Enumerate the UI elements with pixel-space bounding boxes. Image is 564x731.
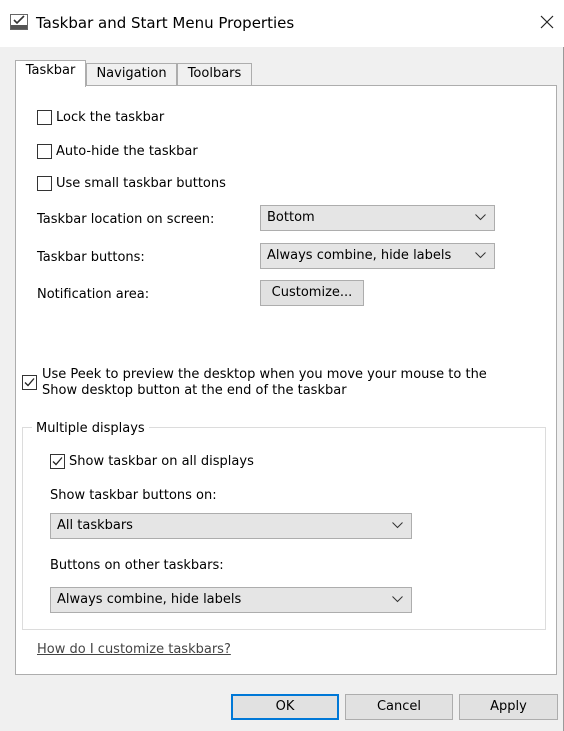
chevron-down-icon bbox=[475, 214, 486, 221]
ok-button[interactable]: OK bbox=[231, 694, 339, 720]
taskbar-buttons-value: Always combine, hide labels bbox=[267, 248, 452, 263]
other-taskbars-label: Buttons on other taskbars: bbox=[50, 558, 224, 573]
chevron-down-icon bbox=[392, 596, 403, 603]
location-value: Bottom bbox=[267, 210, 315, 225]
location-label: Taskbar location on screen: bbox=[37, 212, 215, 227]
apply-button[interactable]: Apply bbox=[459, 694, 558, 720]
help-link[interactable]: How do I customize taskbars? bbox=[37, 642, 231, 657]
show-all-displays-checkbox[interactable]: Show taskbar on all displays bbox=[50, 454, 254, 469]
other-taskbars-select[interactable]: Always combine, hide labels bbox=[50, 587, 412, 613]
peek-label-line2: Show desktop button at the end of the ta… bbox=[42, 383, 347, 398]
chevron-down-icon bbox=[392, 522, 403, 529]
checkbox-box bbox=[50, 454, 65, 469]
taskbar-buttons-select[interactable]: Always combine, hide labels bbox=[260, 243, 495, 269]
taskbar-properties-icon bbox=[10, 14, 28, 30]
multiple-displays-title: Multiple displays bbox=[32, 421, 149, 436]
window-title: Taskbar and Start Menu Properties bbox=[36, 14, 295, 32]
small-buttons-checkbox[interactable]: Use small taskbar buttons bbox=[37, 176, 226, 191]
tab-toolbars[interactable]: Toolbars bbox=[177, 63, 252, 85]
lock-taskbar-label: Lock the taskbar bbox=[56, 110, 165, 125]
checkmark-icon bbox=[52, 457, 63, 466]
notification-area-label: Notification area: bbox=[37, 287, 150, 302]
show-buttons-on-label: Show taskbar buttons on: bbox=[50, 488, 217, 503]
title-bar: Taskbar and Start Menu Properties bbox=[0, 0, 564, 47]
customize-button[interactable]: Customize... bbox=[260, 280, 364, 306]
chevron-down-icon bbox=[475, 252, 486, 259]
autohide-taskbar-checkbox[interactable]: Auto-hide the taskbar bbox=[37, 144, 198, 159]
location-select[interactable]: Bottom bbox=[260, 205, 495, 231]
peek-label: Use Peek to preview the desktop when you… bbox=[42, 367, 487, 399]
close-icon bbox=[540, 15, 554, 29]
checkbox-box bbox=[37, 110, 52, 125]
tab-taskbar[interactable]: Taskbar bbox=[15, 60, 86, 87]
show-buttons-on-select[interactable]: All taskbars bbox=[50, 513, 412, 539]
tab-navigation[interactable]: Navigation bbox=[86, 63, 177, 85]
show-buttons-on-value: All taskbars bbox=[57, 518, 133, 533]
taskbar-buttons-label: Taskbar buttons: bbox=[37, 250, 145, 265]
close-button[interactable] bbox=[530, 7, 564, 39]
checkbox-box bbox=[37, 176, 52, 191]
other-taskbars-value: Always combine, hide labels bbox=[57, 592, 242, 607]
autohide-taskbar-label: Auto-hide the taskbar bbox=[56, 144, 198, 159]
cancel-button[interactable]: Cancel bbox=[345, 694, 453, 720]
checkmark-icon bbox=[24, 378, 35, 387]
peek-label-line1: Use Peek to preview the desktop when you… bbox=[42, 367, 487, 382]
lock-taskbar-checkbox[interactable]: Lock the taskbar bbox=[37, 110, 164, 125]
checkbox-box bbox=[22, 375, 37, 390]
small-buttons-label: Use small taskbar buttons bbox=[56, 176, 226, 191]
dialog-window: Taskbar and Start Menu Properties Taskba… bbox=[0, 0, 564, 731]
checkbox-box bbox=[37, 144, 52, 159]
show-all-displays-label: Show taskbar on all displays bbox=[69, 454, 254, 469]
